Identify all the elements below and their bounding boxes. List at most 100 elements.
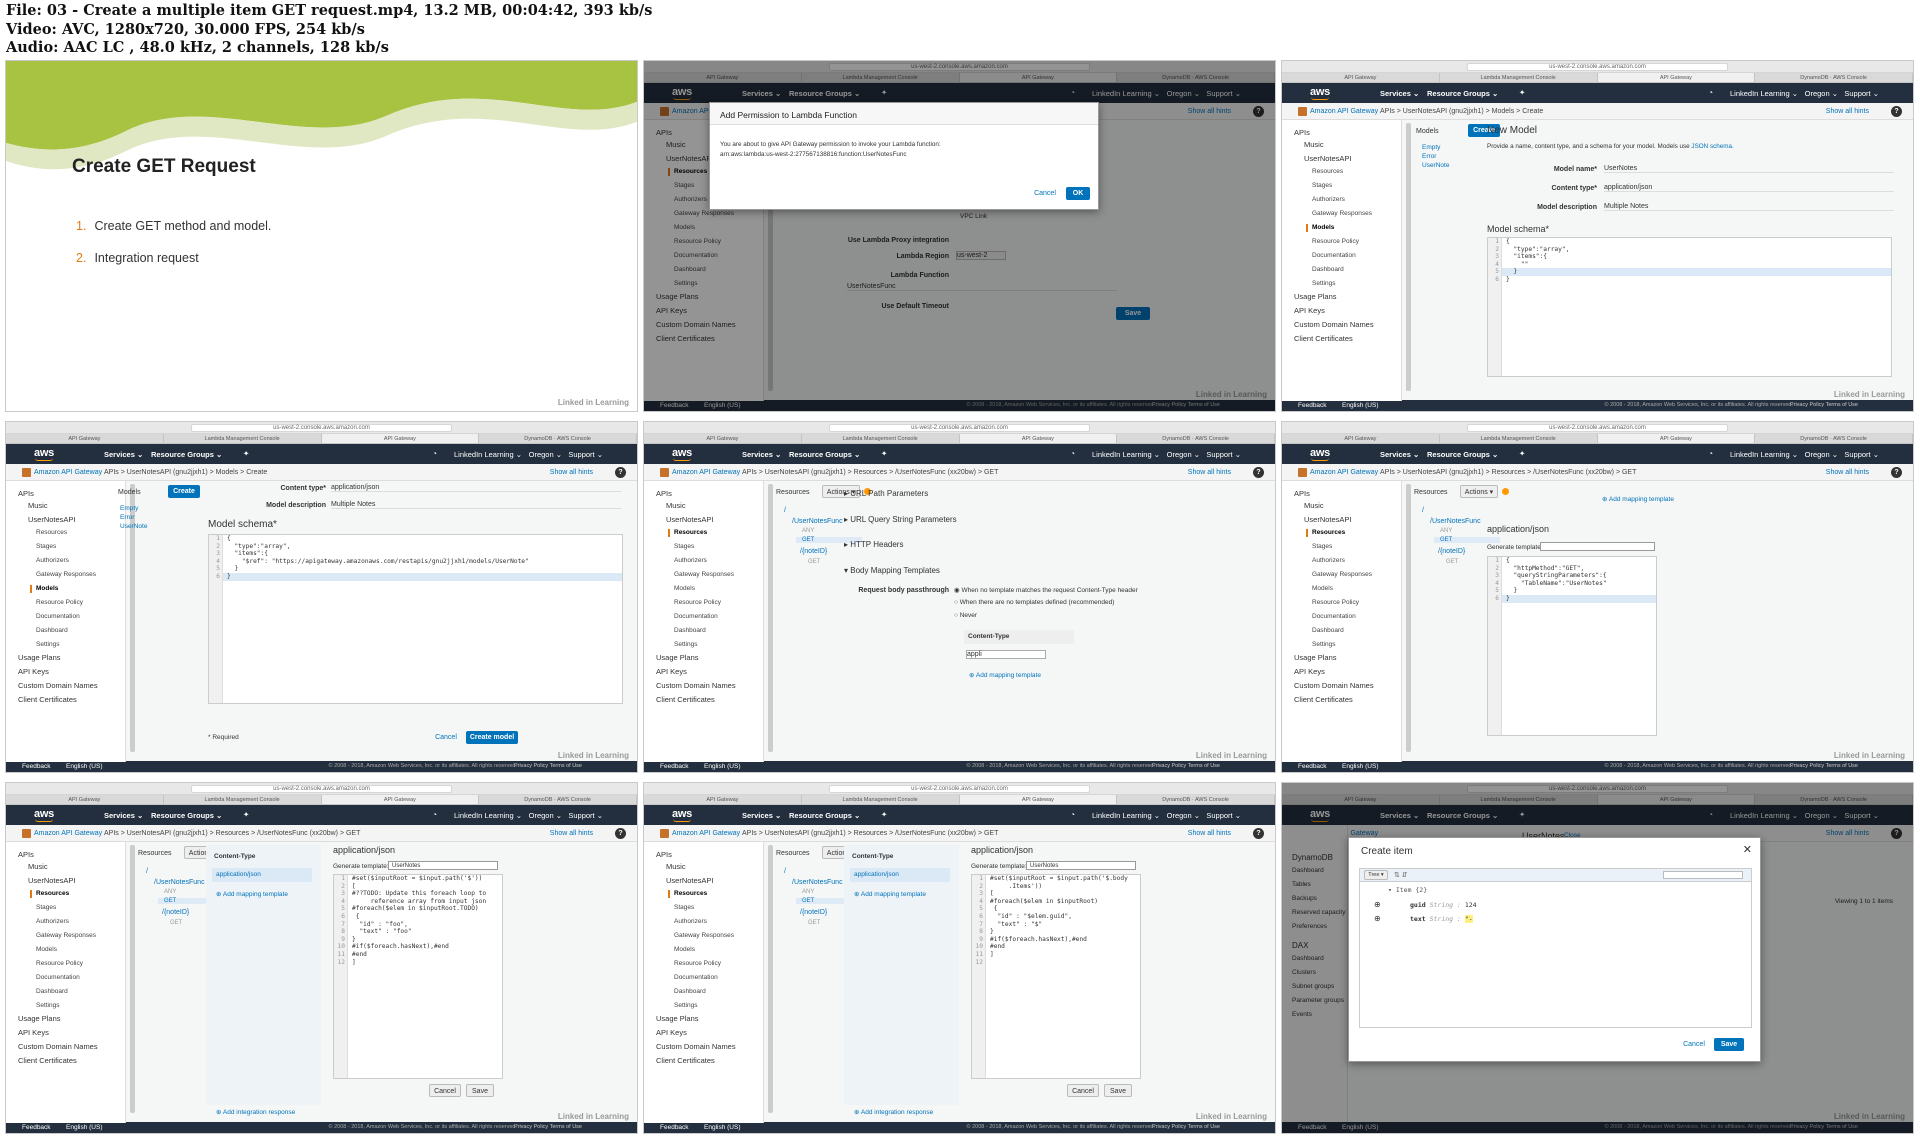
bell-icon[interactable]: ◔	[1708, 449, 1713, 458]
create-model-button[interactable]: Create model	[466, 731, 518, 744]
show-hints-link[interactable]: Show all hints	[1826, 464, 1869, 481]
tree-root[interactable]: /	[784, 868, 786, 875]
ok-button[interactable]: OK	[1066, 187, 1090, 200]
language-selector[interactable]: English (US)	[704, 1122, 740, 1133]
account-menu[interactable]: LinkedIn Learning ⌄	[1092, 450, 1160, 459]
browser-tab[interactable]: Lambda Management Console	[802, 795, 960, 804]
account-menu[interactable]: LinkedIn Learning ⌄	[1730, 450, 1798, 459]
model-description-input[interactable]: Multiple Notes	[1604, 203, 1894, 211]
pin-icon[interactable]: ✦	[1519, 449, 1525, 458]
sidebar-item-custom-domains[interactable]: Custom Domain Names	[1294, 681, 1374, 690]
api-gateway-link[interactable]: Amazon API Gateway	[1310, 103, 1378, 120]
bell-icon[interactable]: ◔	[432, 810, 437, 819]
support-menu[interactable]: Support ⌄	[568, 811, 603, 820]
sidebar-item-client-certs[interactable]: Client Certificates	[1294, 695, 1353, 704]
resource-groups-menu[interactable]: Resource Groups ⌄	[151, 450, 222, 459]
tree-root[interactable]: /	[784, 507, 786, 514]
tree-root[interactable]: /	[1422, 507, 1424, 514]
model-error[interactable]: Error	[120, 514, 134, 521]
region-menu[interactable]: Oregon ⌄	[529, 450, 562, 459]
tree-noteid-get[interactable]: GET	[808, 559, 820, 565]
browser-tab[interactable]: API Gateway	[1597, 434, 1756, 443]
aws-logo[interactable]: aws	[1310, 447, 1330, 461]
sidebar-item-usernotes[interactable]: UserNotesAPI	[1304, 154, 1352, 163]
sidebar-item-documentation[interactable]: Documentation	[36, 613, 80, 620]
model-name-input[interactable]: UserNotes	[1604, 165, 1894, 173]
services-menu[interactable]: Services ⌄	[742, 811, 781, 820]
code-editor[interactable]: 1 2 3 4 5 6 { "type":"array", "items":{ …	[1487, 237, 1892, 377]
tree-any[interactable]: ANY	[1440, 528, 1452, 534]
aws-logo[interactable]: aws	[672, 808, 692, 822]
privacy-links[interactable]: Privacy Policy Terms of Use	[1790, 400, 1858, 411]
sidebar-item-custom-domains[interactable]: Custom Domain Names	[1294, 320, 1374, 329]
support-menu[interactable]: Support ⌄	[568, 450, 603, 459]
breadcrumb[interactable]: APIs > UserNotesAPI (gnu2jjxh1) > Resour…	[1380, 464, 1636, 481]
sidebar-item-resources[interactable]: Resources	[29, 890, 69, 898]
privacy-links[interactable]: Privacy Policy Terms of Use	[1790, 761, 1858, 772]
services-menu[interactable]: Services ⌄	[1380, 450, 1419, 459]
sidebar-item-usage-plans[interactable]: Usage Plans	[656, 653, 699, 662]
sidebar-item-usernotes[interactable]: UserNotesAPI	[1304, 515, 1352, 524]
sidebar-item-models[interactable]: Models	[674, 585, 695, 592]
sidebar-item-gateway-responses[interactable]: Gateway Responses	[1312, 571, 1372, 578]
feedback-link[interactable]: Feedback	[1298, 400, 1327, 411]
sidebar-item-gateway-responses[interactable]: Gateway Responses	[674, 571, 734, 578]
language-selector[interactable]: English (US)	[66, 761, 102, 772]
code-text[interactable]: #set($inputRoot = $input.path('$')) [ #?…	[352, 875, 500, 966]
language-selector[interactable]: English (US)	[1342, 761, 1378, 772]
aws-logo[interactable]: aws	[1310, 86, 1330, 100]
sidebar-item-resource-policy[interactable]: Resource Policy	[674, 960, 721, 967]
sidebar-item-music[interactable]: Music	[28, 862, 48, 871]
sidebar-item-stages[interactable]: Stages	[36, 543, 56, 550]
resource-groups-menu[interactable]: Resource Groups ⌄	[789, 811, 860, 820]
sidebar-item-resources[interactable]: Resources	[1305, 529, 1345, 537]
region-menu[interactable]: Oregon ⌄	[1167, 811, 1200, 820]
show-hints-link[interactable]: Show all hints	[1826, 103, 1869, 120]
field-guid[interactable]: guid String : 124	[1410, 901, 1477, 909]
sidebar-item-dashboard[interactable]: Dashboard	[36, 988, 68, 995]
language-selector[interactable]: English (US)	[66, 1122, 102, 1133]
sidebar-item-resource-policy[interactable]: Resource Policy	[36, 960, 83, 967]
sidebar-item-api-keys[interactable]: API Keys	[656, 667, 687, 676]
sidebar-item-dashboard[interactable]: Dashboard	[1312, 266, 1344, 273]
aws-logo[interactable]: aws	[672, 447, 692, 461]
browser-tab[interactable]: Lambda Management Console	[1440, 434, 1598, 443]
add-integration-response-link[interactable]: ⊕ Add integration response	[216, 1108, 295, 1116]
region-menu[interactable]: Oregon ⌄	[1805, 450, 1838, 459]
model-description-input[interactable]: Multiple Notes	[331, 501, 621, 509]
services-menu[interactable]: Services ⌄	[104, 450, 143, 459]
browser-tab[interactable]: API Gateway	[1597, 73, 1756, 82]
api-gateway-link[interactable]: Amazon API Gateway	[1310, 464, 1378, 481]
sidebar-item-resource-policy[interactable]: Resource Policy	[1312, 238, 1359, 245]
tree-usernotesfunc[interactable]: /UserNotesFunc	[1430, 518, 1481, 525]
help-icon[interactable]: ?	[1253, 828, 1264, 839]
tree-usernotesfunc[interactable]: /UserNotesFunc	[792, 879, 843, 886]
tree-noteid[interactable]: /{noteID}	[800, 909, 827, 916]
sidebar-item-documentation[interactable]: Documentation	[36, 974, 80, 981]
address-bar[interactable]: us-west-2.console.aws.amazon.com	[829, 785, 1090, 793]
resource-groups-menu[interactable]: Resource Groups ⌄	[789, 450, 860, 459]
sidebar-item-documentation[interactable]: Documentation	[674, 613, 718, 620]
support-menu[interactable]: Support ⌄	[1206, 450, 1241, 459]
sidebar-item-usernotes[interactable]: UserNotesAPI	[28, 876, 76, 885]
section-http-headers[interactable]: ▸ HTTP Headers	[844, 540, 903, 549]
code-editor[interactable]: 1 2 3 4 5 6 7 8 9 10 11 12 #set($inputRo…	[971, 874, 1141, 1079]
sidebar-item-apis[interactable]: APIs	[656, 850, 672, 859]
sidebar-item-apis[interactable]: APIs	[1294, 489, 1310, 498]
sidebar-item-models[interactable]: Models	[674, 946, 695, 953]
services-menu[interactable]: Services ⌄	[1380, 89, 1419, 98]
account-menu[interactable]: LinkedIn Learning ⌄	[1730, 89, 1798, 98]
sidebar-item-models[interactable]: Models	[1305, 224, 1334, 232]
sidebar-item-settings[interactable]: Settings	[36, 641, 60, 648]
content-type-input[interactable]: application/json	[1604, 184, 1894, 192]
api-gateway-link[interactable]: Amazon API Gateway	[672, 464, 740, 481]
browser-tab[interactable]: API Gateway	[1282, 434, 1440, 443]
sidebar-item-dashboard[interactable]: Dashboard	[1312, 627, 1344, 634]
tree-get[interactable]: GET	[1434, 537, 1500, 543]
code-text[interactable]: #set($inputRoot = $input.path('$.body .I…	[990, 875, 1138, 959]
sidebar-item-custom-domains[interactable]: Custom Domain Names	[656, 681, 736, 690]
field-text[interactable]: text String : "-	[1410, 915, 1473, 923]
tree-noteid[interactable]: /{noteID}	[1438, 548, 1465, 555]
code-editor[interactable]: 1 2 3 4 5 6 { "type":"array", "items":{ …	[208, 534, 623, 704]
browser-tab[interactable]: API Gateway	[644, 795, 802, 804]
